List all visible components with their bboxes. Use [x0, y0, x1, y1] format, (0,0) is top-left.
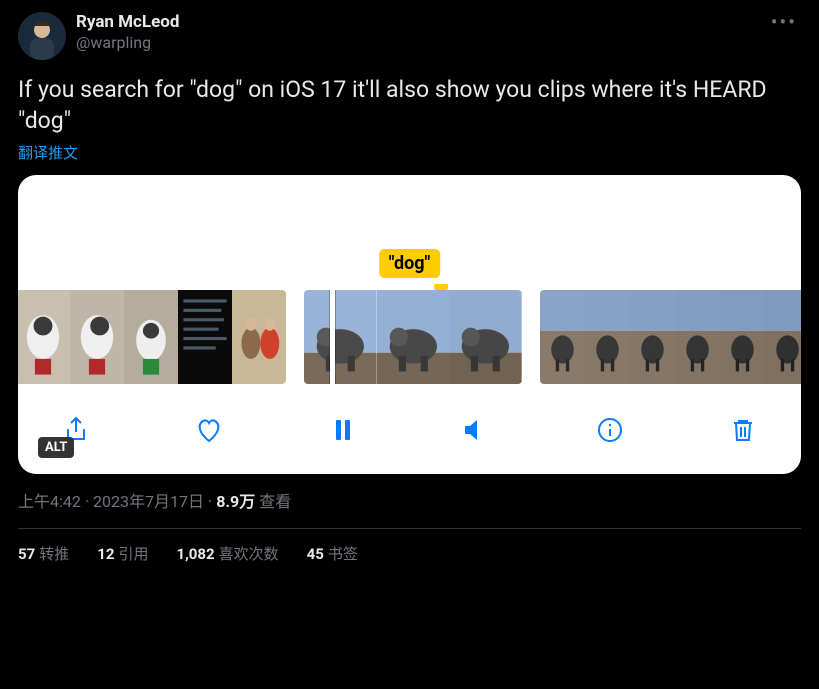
- alt-badge[interactable]: ALT: [38, 437, 74, 458]
- handle: @warpling: [76, 33, 757, 53]
- views-label: 查看: [259, 492, 291, 511]
- views-count[interactable]: 8.9万: [216, 492, 255, 511]
- quotes-stat[interactable]: 12引用: [97, 543, 148, 564]
- clip-thumbnail: [70, 290, 124, 384]
- clip-group-1[interactable]: [18, 290, 286, 384]
- display-name: Ryan McLeod: [76, 12, 757, 33]
- clip-group-3[interactable]: [540, 290, 801, 384]
- clip-thumbnail: [540, 290, 585, 384]
- clip-thumbnail: [124, 290, 178, 384]
- trash-icon[interactable]: [725, 412, 761, 448]
- translate-link[interactable]: 翻译推文: [18, 142, 801, 163]
- clip-thumbnail: [675, 290, 720, 384]
- retweets-stat[interactable]: 57转推: [18, 543, 69, 564]
- bookmarks-stat[interactable]: 45书签: [307, 543, 358, 564]
- tweet-header: Ryan McLeod @warpling •••: [18, 12, 801, 60]
- clip-thumbnail: [178, 290, 232, 384]
- clip-thumbnail: [377, 290, 450, 384]
- clip-thumbnail: [630, 290, 675, 384]
- playhead[interactable]: [330, 290, 335, 384]
- heart-icon[interactable]: [191, 412, 227, 448]
- more-options-icon[interactable]: •••: [767, 12, 801, 32]
- date[interactable]: 2023年7月17日: [93, 492, 204, 511]
- clip-thumbnail: [232, 290, 286, 384]
- clip-timeline[interactable]: [18, 290, 801, 398]
- media-whitespace: "dog": [18, 175, 801, 290]
- time[interactable]: 上午4:42: [18, 492, 81, 511]
- info-icon[interactable]: [592, 412, 628, 448]
- pause-icon[interactable]: [325, 412, 361, 448]
- avatar[interactable]: [18, 12, 66, 60]
- clip-thumbnail: [449, 290, 522, 384]
- author-names[interactable]: Ryan McLeod @warpling: [76, 12, 757, 53]
- clip-thumbnail: [18, 290, 70, 384]
- media-card[interactable]: "dog": [18, 175, 801, 474]
- media-toolbar: [18, 398, 801, 474]
- mute-icon[interactable]: [458, 412, 494, 448]
- clip-thumbnail: [304, 290, 377, 384]
- clip-thumbnail: [585, 290, 630, 384]
- tweet-container: Ryan McLeod @warpling ••• If you search …: [0, 0, 819, 576]
- clip-thumbnail: [720, 290, 765, 384]
- likes-stat[interactable]: 1,082喜欢次数: [176, 543, 278, 564]
- search-term-label: "dog": [379, 249, 441, 278]
- clip-group-2[interactable]: [304, 290, 522, 384]
- tweet-stats: 57转推 12引用 1,082喜欢次数 45书签: [18, 529, 801, 564]
- tweet-meta: 上午4:42·2023年7月17日·8.9万 查看: [18, 488, 801, 529]
- tweet-text: If you search for "dog" on iOS 17 it'll …: [18, 74, 801, 136]
- clip-thumbnail: [765, 290, 801, 384]
